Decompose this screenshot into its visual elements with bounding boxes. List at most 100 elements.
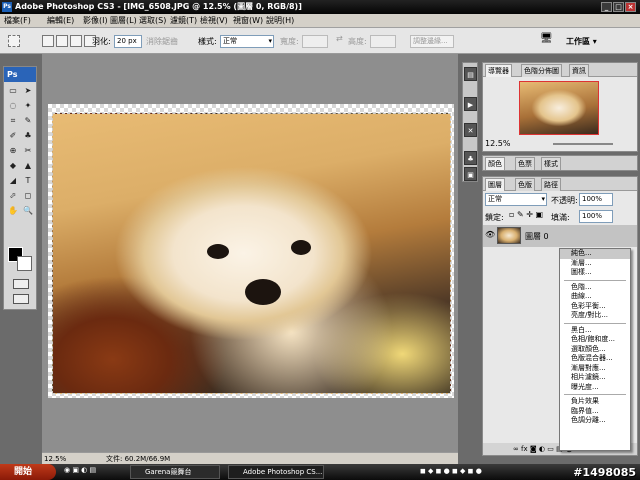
path-select-tool-icon[interactable]: ⬀ <box>6 189 20 203</box>
blend-mode-select[interactable]: 正常 ▾ <box>485 193 547 206</box>
menu-item-channel-mixer[interactable]: 色版混合器... <box>560 354 630 364</box>
menu-select[interactable]: 選取(S) <box>139 14 166 28</box>
style-select[interactable]: 正常 ▾ <box>220 35 274 48</box>
background-color-swatch[interactable] <box>17 256 32 271</box>
pen-tool-icon[interactable]: ◢ <box>6 174 20 188</box>
shape-tool-icon[interactable]: ◻ <box>21 189 35 203</box>
workspace-button[interactable]: 工作區 ▾ <box>566 36 597 47</box>
type-tool-icon[interactable]: T <box>21 174 35 188</box>
tab-histogram[interactable]: 色階分佈圖 <box>521 64 562 77</box>
menu-view[interactable]: 檢視(V) <box>200 14 228 28</box>
move-tool-icon[interactable]: ➤ <box>21 84 35 98</box>
start-button[interactable]: 開始 <box>0 464 56 480</box>
magic-wand-tool-icon[interactable]: ✦ <box>21 99 35 113</box>
minimize-button[interactable]: _ <box>601 2 612 12</box>
menu-item-gradient[interactable]: 漸層... <box>560 259 630 269</box>
crop-tool-icon[interactable]: ⌗ <box>6 114 20 128</box>
bridge-icon[interactable]: 🖥 <box>540 33 553 44</box>
healing-tool-icon[interactable]: ⊕ <box>6 144 20 158</box>
opacity-input[interactable]: 100% <box>579 193 613 206</box>
feather-input[interactable]: 20 px <box>114 35 142 48</box>
layer-thumbnail <box>497 227 521 244</box>
menu-item-brightness-contrast[interactable]: 亮度/對比... <box>560 311 630 321</box>
antialias-checkbox[interactable]: 消除鋸齒 <box>146 36 178 47</box>
height-label: 高度: <box>348 37 367 46</box>
menu-image[interactable]: 影像(I) <box>83 14 108 28</box>
brush-tool-icon[interactable]: ✐ <box>6 129 20 143</box>
tab-swatches[interactable]: 色票 <box>515 157 535 170</box>
layer-name[interactable]: 圖層 0 <box>525 231 549 242</box>
taskbar-garena[interactable]: Garena競舞台 <box>130 465 220 479</box>
tab-info[interactable]: 資訊 <box>569 64 589 77</box>
menu-item-pattern[interactable]: 圖樣... <box>560 268 630 278</box>
history-icon[interactable]: ▤ <box>464 67 477 81</box>
menu-item-color-balance[interactable]: 色彩平衡... <box>560 302 630 312</box>
menu-item-photo-filter[interactable]: 相片濾鏡... <box>560 373 630 383</box>
height-input[interactable] <box>370 35 396 48</box>
menu-item-black-white[interactable]: 黑白... <box>560 326 630 336</box>
tab-channels[interactable]: 色版 <box>515 178 535 191</box>
menu-filter[interactable]: 濾鏡(T) <box>170 14 197 28</box>
swap-icon[interactable]: ⇄ <box>336 34 343 43</box>
clone-source-icon[interactable]: ▣ <box>464 167 477 181</box>
panel-dock: ▤ ▶ ✕ ♣ ▣ <box>462 62 478 182</box>
menu-item-curves[interactable]: 曲線... <box>560 292 630 302</box>
tab-paths[interactable]: 路徑 <box>541 178 561 191</box>
navigator-thumbnail[interactable] <box>519 81 599 135</box>
layer-row[interactable]: 👁 圖層 0 <box>483 225 637 247</box>
refine-edge-button[interactable]: 調整邊緣... <box>410 35 454 48</box>
marquee-tool-icon[interactable]: ▭ <box>6 84 20 98</box>
menu-help[interactable]: 說明(H) <box>266 14 294 28</box>
window-title: Adobe Photoshop CS3 - [IMG_6508.JPG @ 12… <box>15 2 302 11</box>
menu-item-exposure[interactable]: 曝光度... <box>560 383 630 393</box>
navigator-zoom[interactable]: 12.5% <box>485 139 510 148</box>
lock-label: 鎖定: <box>485 213 504 222</box>
menu-item-levels[interactable]: 色階... <box>560 283 630 293</box>
lock-icons[interactable]: ▫ ✎ ✛ ▣ <box>509 210 543 219</box>
zoom-slider[interactable] <box>553 143 613 145</box>
menu-item-selective-color[interactable]: 選取顏色... <box>560 345 630 355</box>
menu-item-solid-color[interactable]: 純色... <box>560 249 630 259</box>
lasso-tool-icon[interactable]: ◌ <box>6 99 20 113</box>
blur-tool-icon[interactable]: ◆ <box>6 159 20 173</box>
menu-item-hue-saturation[interactable]: 色相/飽和度... <box>560 335 630 345</box>
quick-launch-icons[interactable]: ◉ ▣ ◐ ▤ <box>64 466 96 474</box>
brushes-icon[interactable]: ♣ <box>464 151 477 165</box>
menu-item-gradient-map[interactable]: 漸層對應... <box>560 364 630 374</box>
close-button[interactable]: × <box>625 2 636 12</box>
dog-photo-layer[interactable] <box>52 113 451 394</box>
menu-item-threshold[interactable]: 臨界值... <box>560 407 630 417</box>
title-bar: Ps Adobe Photoshop CS3 - [IMG_6508.JPG @… <box>0 0 640 14</box>
menu-edit[interactable]: 編輯(E) <box>47 14 74 28</box>
stamp-tool-icon[interactable]: ♣ <box>21 129 35 143</box>
tool-presets-icon[interactable]: ✕ <box>464 123 477 137</box>
menu-file[interactable]: 檔案(F) <box>4 14 31 28</box>
hand-tool-icon[interactable]: ✋ <box>6 204 20 218</box>
new-selection-icon[interactable] <box>42 35 54 47</box>
width-input[interactable] <box>302 35 328 48</box>
actions-icon[interactable]: ▶ <box>464 97 477 111</box>
menu-item-posterize[interactable]: 色調分離... <box>560 416 630 426</box>
maximize-button[interactable]: □ <box>613 2 624 12</box>
quick-mask-icon[interactable] <box>13 279 29 289</box>
menu-window[interactable]: 視窗(W) <box>233 14 263 28</box>
tab-styles[interactable]: 樣式 <box>541 157 561 170</box>
fill-input[interactable]: 100% <box>579 210 613 223</box>
taskbar-photoshop[interactable]: Adobe Photoshop CS... <box>228 465 324 479</box>
marquee-preset-icon[interactable] <box>8 35 20 47</box>
zoom-tool-icon[interactable]: 🔍 <box>21 204 35 218</box>
screen-mode-icon[interactable] <box>13 294 29 304</box>
menu-separator <box>564 394 626 395</box>
add-selection-icon[interactable] <box>56 35 68 47</box>
menu-item-invert[interactable]: 負片效果 <box>560 397 630 407</box>
tab-layers[interactable]: 圖層 <box>485 178 505 191</box>
eye-icon[interactable]: 👁 <box>485 230 495 239</box>
dodge-tool-icon[interactable]: ▲ <box>21 159 35 173</box>
menu-layer[interactable]: 圖層(L) <box>110 14 137 28</box>
subtract-selection-icon[interactable] <box>70 35 82 47</box>
eraser-tool-icon[interactable]: ✂ <box>21 144 35 158</box>
slice-tool-icon[interactable]: ✎ <box>21 114 35 128</box>
system-tray-icons[interactable]: ◼ ◆ ◼ ● ◼ ◆ ◼ ● <box>420 467 482 475</box>
tab-navigator[interactable]: 導覽器 <box>485 64 512 77</box>
tab-color[interactable]: 顏色 <box>485 157 505 170</box>
